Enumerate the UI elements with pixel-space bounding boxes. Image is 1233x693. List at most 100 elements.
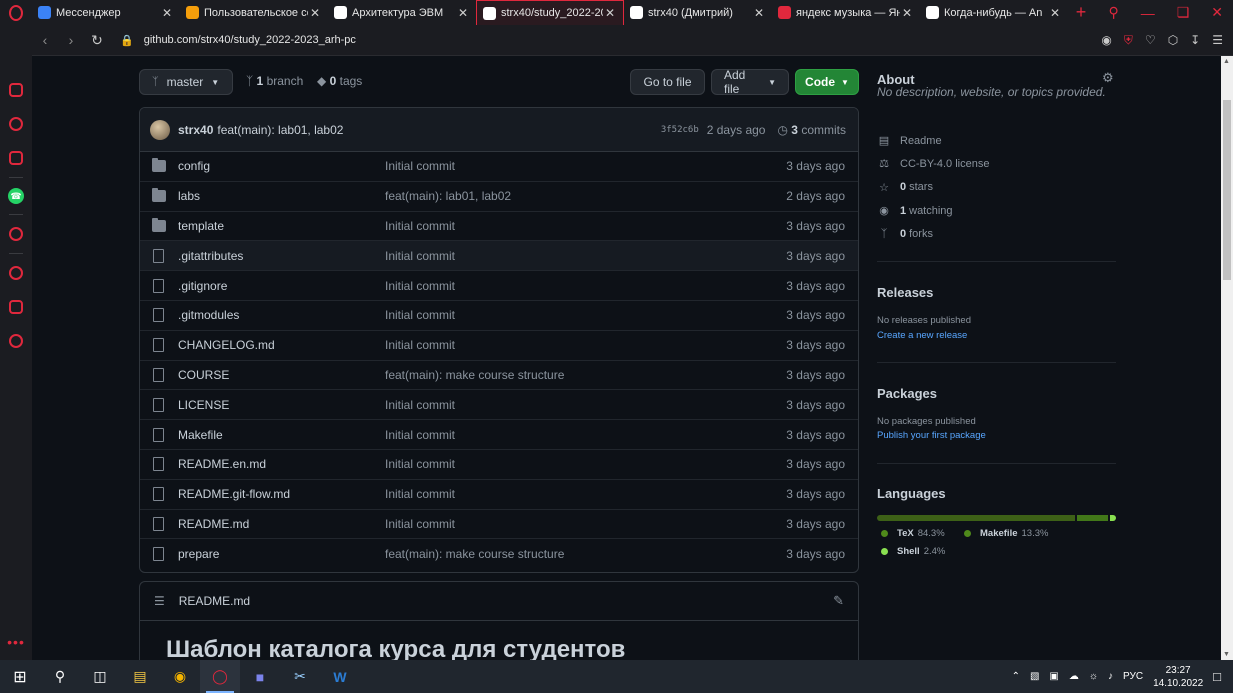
cube-icon[interactable]: ⬡ [1168,33,1178,48]
forks-link[interactable]: ᛉ 0 forks [877,222,1117,245]
file-name-link[interactable]: Makefile [178,428,223,442]
close-tab-icon[interactable]: ✕ [900,6,914,20]
pencil-icon[interactable]: ✎ [833,593,844,609]
opera-menu-button[interactable] [0,0,32,25]
notifications-icon[interactable]: □ [1213,669,1221,684]
file-row[interactable]: COURSE feat(main): make course structure 3… [140,361,858,391]
file-name-link[interactable]: COURSE [178,368,229,382]
snipping-tool-icon[interactable]: ✂ [280,660,320,693]
new-tab-button[interactable]: + [1068,0,1094,25]
easy-setup-icon[interactable]: ☰ [1212,33,1223,48]
add-file-button[interactable]: Add file ▼ [711,68,789,96]
file-row[interactable]: .gitattributes Initial commit 3 days ago [140,241,858,272]
player-icon[interactable] [9,227,23,241]
search-icon[interactable]: ⚲ [40,660,80,693]
display-icon[interactable]: ▣ [1049,671,1058,682]
input-language[interactable]: РУС [1123,671,1143,682]
forward-button[interactable]: › [58,32,84,48]
file-name-link[interactable]: config [178,159,210,173]
close-tab-icon[interactable]: ✕ [603,6,617,20]
file-row[interactable]: labs feat(main): lab01, lab02 2 days ago [140,182,858,212]
briefcase-icon[interactable] [9,151,23,165]
word-icon[interactable]: W [320,660,360,693]
scroll-up-icon[interactable]: ▲ [1223,58,1230,65]
file-name-link[interactable]: README.en.md [178,457,266,471]
branch-select-button[interactable]: ᛉ master ▼ [139,69,233,95]
file-commit-message[interactable]: Initial commit [385,279,455,293]
releases-title[interactable]: Releases [877,285,933,300]
file-explorer-icon[interactable]: ▤ [120,660,160,693]
branches-link[interactable]: ᛉ 1 branch [246,74,303,88]
watching-link[interactable]: ◉ 1 watching [877,199,1117,222]
file-commit-message[interactable]: Initial commit [385,219,455,233]
file-name-link[interactable]: .gitattributes [178,249,243,263]
volume-icon[interactable]: ♪ [1108,671,1113,682]
create-release-link[interactable]: Create a new release [877,330,967,341]
file-name-link[interactable]: README.md [178,517,249,531]
gear-icon[interactable]: ⚙ [1102,70,1114,86]
back-button[interactable]: ‹ [32,32,58,48]
clock[interactable]: 23:27 14.10.2022 [1153,664,1203,690]
file-commit-message[interactable]: feat(main): lab01, lab02 [385,189,511,203]
file-row[interactable]: CHANGELOG.md Initial commit 3 days ago [140,331,858,361]
file-commit-message[interactable]: Initial commit [385,249,455,263]
file-commit-message[interactable]: Initial commit [385,457,455,471]
file-commit-message[interactable]: Initial commit [385,428,455,442]
language-item[interactable]: Shell 2.4% [881,546,945,557]
teams-icon[interactable]: ■ [240,660,280,693]
browser-tab[interactable]: Когда-нибудь — An ✕ [920,0,1068,25]
browser-tab[interactable]: Пользовательское согл✕ [180,0,328,25]
gamepad-icon[interactable] [9,83,23,97]
close-tab-icon[interactable]: ✕ [160,6,174,20]
settings-icon[interactable] [9,334,23,348]
commits-link[interactable]: ◷ 3 commits [777,123,846,137]
restore-button[interactable]: ❏ [1177,4,1190,21]
readme-link[interactable]: ▤ Readme [877,129,1117,152]
file-name-link[interactable]: prepare [178,547,219,561]
file-commit-message[interactable]: Initial commit [385,159,455,173]
file-name-link[interactable]: .gitmodules [178,308,239,322]
commit-author[interactable]: strx40 [178,123,213,137]
close-tab-icon[interactable]: ✕ [1048,6,1062,20]
file-row[interactable]: README.en.md Initial commit 3 days ago [140,450,858,480]
tags-link[interactable]: ◆ 0 tags [317,74,362,88]
file-row[interactable]: .gitignore Initial commit 3 days ago [140,271,858,301]
file-name-link[interactable]: LICENSE [178,398,229,412]
search-icon[interactable]: ⚲ [1108,4,1118,21]
adblock-shield-icon[interactable]: ⛨ [1124,33,1133,48]
opera-taskbar-icon[interactable]: ◯ [200,660,240,693]
scrollbar-thumb[interactable] [1223,100,1231,280]
file-name-link[interactable]: README.git-flow.md [178,487,290,501]
camera-icon[interactable]: ◉ [1101,33,1111,48]
onedrive-icon[interactable]: ☁ [1069,671,1079,682]
list-icon[interactable]: ☰ [154,594,165,608]
file-commit-message[interactable]: feat(main): make course structure [385,547,564,561]
windows-start-icon[interactable]: ⊞ [0,660,40,693]
stars-link[interactable]: ☆ 0 stars [877,176,1117,199]
file-row[interactable]: LICENSE Initial commit 3 days ago [140,390,858,421]
whatsapp-icon[interactable]: ☎ [8,188,24,204]
page-scrollbar[interactable]: ▲ ▼ [1221,56,1233,660]
commit-message[interactable]: feat(main): lab01, lab02 [217,123,343,137]
chrome-icon[interactable]: ◉ [160,660,200,693]
browser-tab[interactable]: strx40/study_2022-2023✕ [476,0,624,25]
packages-title[interactable]: Packages [877,386,937,401]
scroll-down-icon[interactable]: ▼ [1223,651,1230,658]
wifi-icon[interactable]: ☼ [1089,671,1098,682]
chevron-up-icon[interactable]: ⌃ [1012,671,1020,682]
file-row[interactable]: Makefile Initial commit 3 days ago [140,420,858,450]
minimize-button[interactable]: — [1141,5,1155,21]
browser-tab[interactable]: яндекс музыка — Янде✕ [772,0,920,25]
more-icon[interactable]: ••• [7,634,25,650]
file-name-link[interactable]: labs [178,189,200,203]
file-commit-message[interactable]: Initial commit [385,517,455,531]
file-name-link[interactable]: CHANGELOG.md [178,338,275,352]
history-icon[interactable] [9,266,23,280]
reload-button[interactable]: ↻ [84,32,110,49]
publish-package-link[interactable]: Publish your first package [877,430,986,441]
battery-icon[interactable]: ▧ [1030,671,1039,682]
speed-icon[interactable] [9,117,23,131]
file-row[interactable]: README.md Initial commit 3 days ago [140,510,858,540]
file-commit-message[interactable]: feat(main): make course structure [385,368,564,382]
extensions-icon[interactable] [9,300,23,314]
